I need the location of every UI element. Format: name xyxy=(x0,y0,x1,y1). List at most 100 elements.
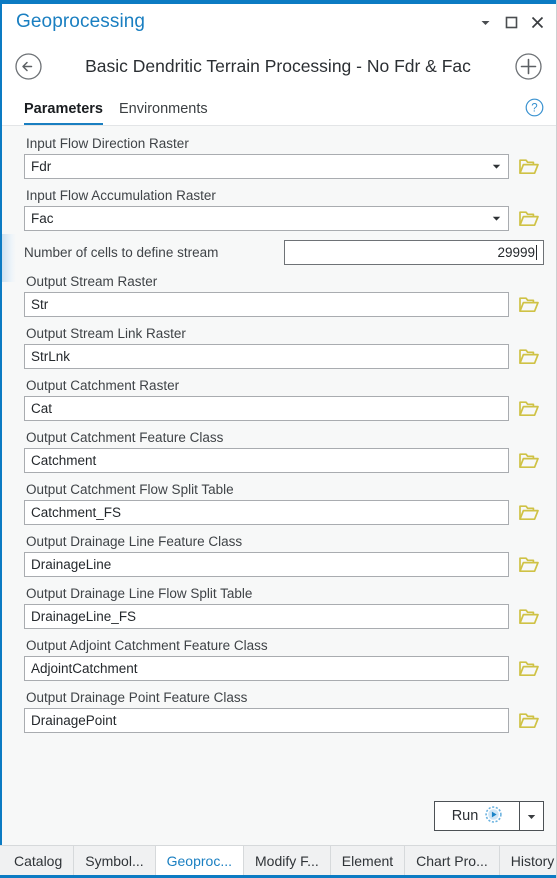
bottom-tab-geoproc[interactable]: Geoproc... xyxy=(155,846,244,875)
back-arrow-circle-icon[interactable] xyxy=(12,50,44,82)
param-browse-button-3[interactable] xyxy=(514,292,544,317)
geoprocessing-pane: Geoprocessing Basic Dendritic Terrain Pr… xyxy=(0,0,557,878)
chevron-down-icon xyxy=(527,814,536,819)
param-browse-button-0[interactable] xyxy=(514,154,544,179)
param-row-11: DrainagePoint xyxy=(24,708,544,733)
play-circle-icon xyxy=(485,805,502,827)
param-row-4: StrLnk xyxy=(24,344,544,369)
param-value-5: Cat xyxy=(31,401,53,416)
tool-title: Basic Dendritic Terrain Processing - No … xyxy=(85,55,471,76)
bottom-tab-element[interactable]: Element xyxy=(331,846,406,875)
param-browse-button-8[interactable] xyxy=(514,552,544,577)
chevron-down-icon xyxy=(492,164,500,169)
param-value-1: Fac xyxy=(31,211,54,226)
window-title: Geoprocessing xyxy=(16,11,146,32)
param-input-8[interactable]: DrainageLine xyxy=(24,552,509,577)
folder-open-icon xyxy=(519,211,539,227)
parameters-list: Input Flow Direction Raster Fdr Input Flo… xyxy=(2,126,556,801)
param-label-6: Output Catchment Feature Class xyxy=(26,430,224,445)
param-label-1: Input Flow Accumulation Raster xyxy=(26,188,216,203)
folder-open-icon xyxy=(519,349,539,365)
maximize-icon[interactable] xyxy=(498,9,524,35)
param-input-3[interactable]: Str xyxy=(24,292,509,317)
param-input-2[interactable]: 29999 xyxy=(284,240,544,265)
param-row-6: Catchment xyxy=(24,448,544,473)
param-browse-button-9[interactable] xyxy=(514,604,544,629)
bottom-tab-modifyf[interactable]: Modify F... xyxy=(244,846,331,875)
param-value-4: StrLnk xyxy=(31,349,71,364)
bottom-tab-symbol[interactable]: Symbol... xyxy=(74,846,156,875)
folder-open-icon xyxy=(519,401,539,417)
param-row-7: Catchment_FS xyxy=(24,500,544,525)
plus-circle-icon[interactable] xyxy=(512,50,544,82)
param-input-7[interactable]: Catchment_FS xyxy=(24,500,509,525)
bottom-tab-history[interactable]: History xyxy=(500,846,557,875)
run-button-label: Run xyxy=(451,808,479,824)
param-browse-button-6[interactable] xyxy=(514,448,544,473)
param-value-0: Fdr xyxy=(31,159,52,174)
help-circle-icon[interactable]: ? xyxy=(525,98,544,122)
param-value-10: AdjointCatchment xyxy=(31,661,138,676)
param-browse-button-11[interactable] xyxy=(514,708,544,733)
param-browse-button-7[interactable] xyxy=(514,500,544,525)
param-value-9: DrainageLine_FS xyxy=(31,609,137,624)
param-row-2: Number of cells to define stream 29999 xyxy=(24,240,544,265)
param-input-10[interactable]: AdjointCatchment xyxy=(24,656,509,681)
folder-open-icon xyxy=(519,297,539,313)
tab-parameters[interactable]: Parameters xyxy=(24,101,103,125)
param-value-2: 29999 xyxy=(497,245,535,260)
param-browse-button-5[interactable] xyxy=(514,396,544,421)
param-label-11: Output Drainage Point Feature Class xyxy=(26,690,248,705)
folder-open-icon xyxy=(519,159,539,175)
bottom-tab-chartpro[interactable]: Chart Pro... xyxy=(405,846,500,875)
param-value-6: Catchment xyxy=(31,453,97,468)
chevron-down-icon[interactable] xyxy=(472,9,498,35)
param-input-6[interactable]: Catchment xyxy=(24,448,509,473)
param-label-5: Output Catchment Raster xyxy=(26,378,180,393)
param-label-3: Output Stream Raster xyxy=(26,274,158,289)
text-caret xyxy=(536,245,537,260)
param-label-8: Output Drainage Line Feature Class xyxy=(26,534,243,549)
param-value-3: Str xyxy=(31,297,49,312)
tab-strip: Parameters Environments ? xyxy=(2,92,556,126)
param-input-0[interactable]: Fdr xyxy=(24,154,509,179)
param-label-10: Output Adjoint Catchment Feature Class xyxy=(26,638,268,653)
pane-drag-indicator[interactable] xyxy=(2,234,16,282)
param-browse-button-1[interactable] xyxy=(514,206,544,231)
folder-open-icon xyxy=(519,505,539,521)
param-input-11[interactable]: DrainagePoint xyxy=(24,708,509,733)
param-input-9[interactable]: DrainageLine_FS xyxy=(24,604,509,629)
folder-open-icon xyxy=(519,609,539,625)
param-input-4[interactable]: StrLnk xyxy=(24,344,509,369)
run-options-button[interactable] xyxy=(520,801,544,831)
tool-header: Basic Dendritic Terrain Processing - No … xyxy=(2,40,556,92)
param-dropdown-arrow-1[interactable] xyxy=(488,214,504,223)
run-bar: Run xyxy=(2,801,556,845)
param-browse-button-4[interactable] xyxy=(514,344,544,369)
param-value-11: DrainagePoint xyxy=(31,713,117,728)
param-label-0: Input Flow Direction Raster xyxy=(26,136,189,151)
param-label-9: Output Drainage Line Flow Split Table xyxy=(26,586,253,601)
folder-open-icon xyxy=(519,713,539,729)
tab-environments[interactable]: Environments xyxy=(119,101,208,125)
window-title-bar: Geoprocessing xyxy=(2,4,556,40)
param-input-1[interactable]: Fac xyxy=(24,206,509,231)
close-icon[interactable] xyxy=(524,9,550,35)
param-row-3: Str xyxy=(24,292,544,317)
param-value-7: Catchment_FS xyxy=(31,505,122,520)
run-button[interactable]: Run xyxy=(434,801,520,831)
chevron-down-icon xyxy=(492,216,500,221)
param-row-8: DrainageLine xyxy=(24,552,544,577)
param-input-5[interactable]: Cat xyxy=(24,396,509,421)
param-browse-button-10[interactable] xyxy=(514,656,544,681)
param-row-5: Cat xyxy=(24,396,544,421)
param-row-1: Fac xyxy=(24,206,544,231)
param-label-2: Number of cells to define stream xyxy=(24,245,219,260)
param-row-9: DrainageLine_FS xyxy=(24,604,544,629)
param-dropdown-arrow-0[interactable] xyxy=(488,162,504,171)
bottom-tab-catalog[interactable]: Catalog xyxy=(2,846,75,875)
param-label-4: Output Stream Link Raster xyxy=(26,326,186,341)
param-value-8: DrainageLine xyxy=(31,557,112,572)
param-label-7: Output Catchment Flow Split Table xyxy=(26,482,234,497)
bottom-tab-bar: Catalog Symbol... Geoproc... Modify F... Ele… xyxy=(0,845,556,878)
